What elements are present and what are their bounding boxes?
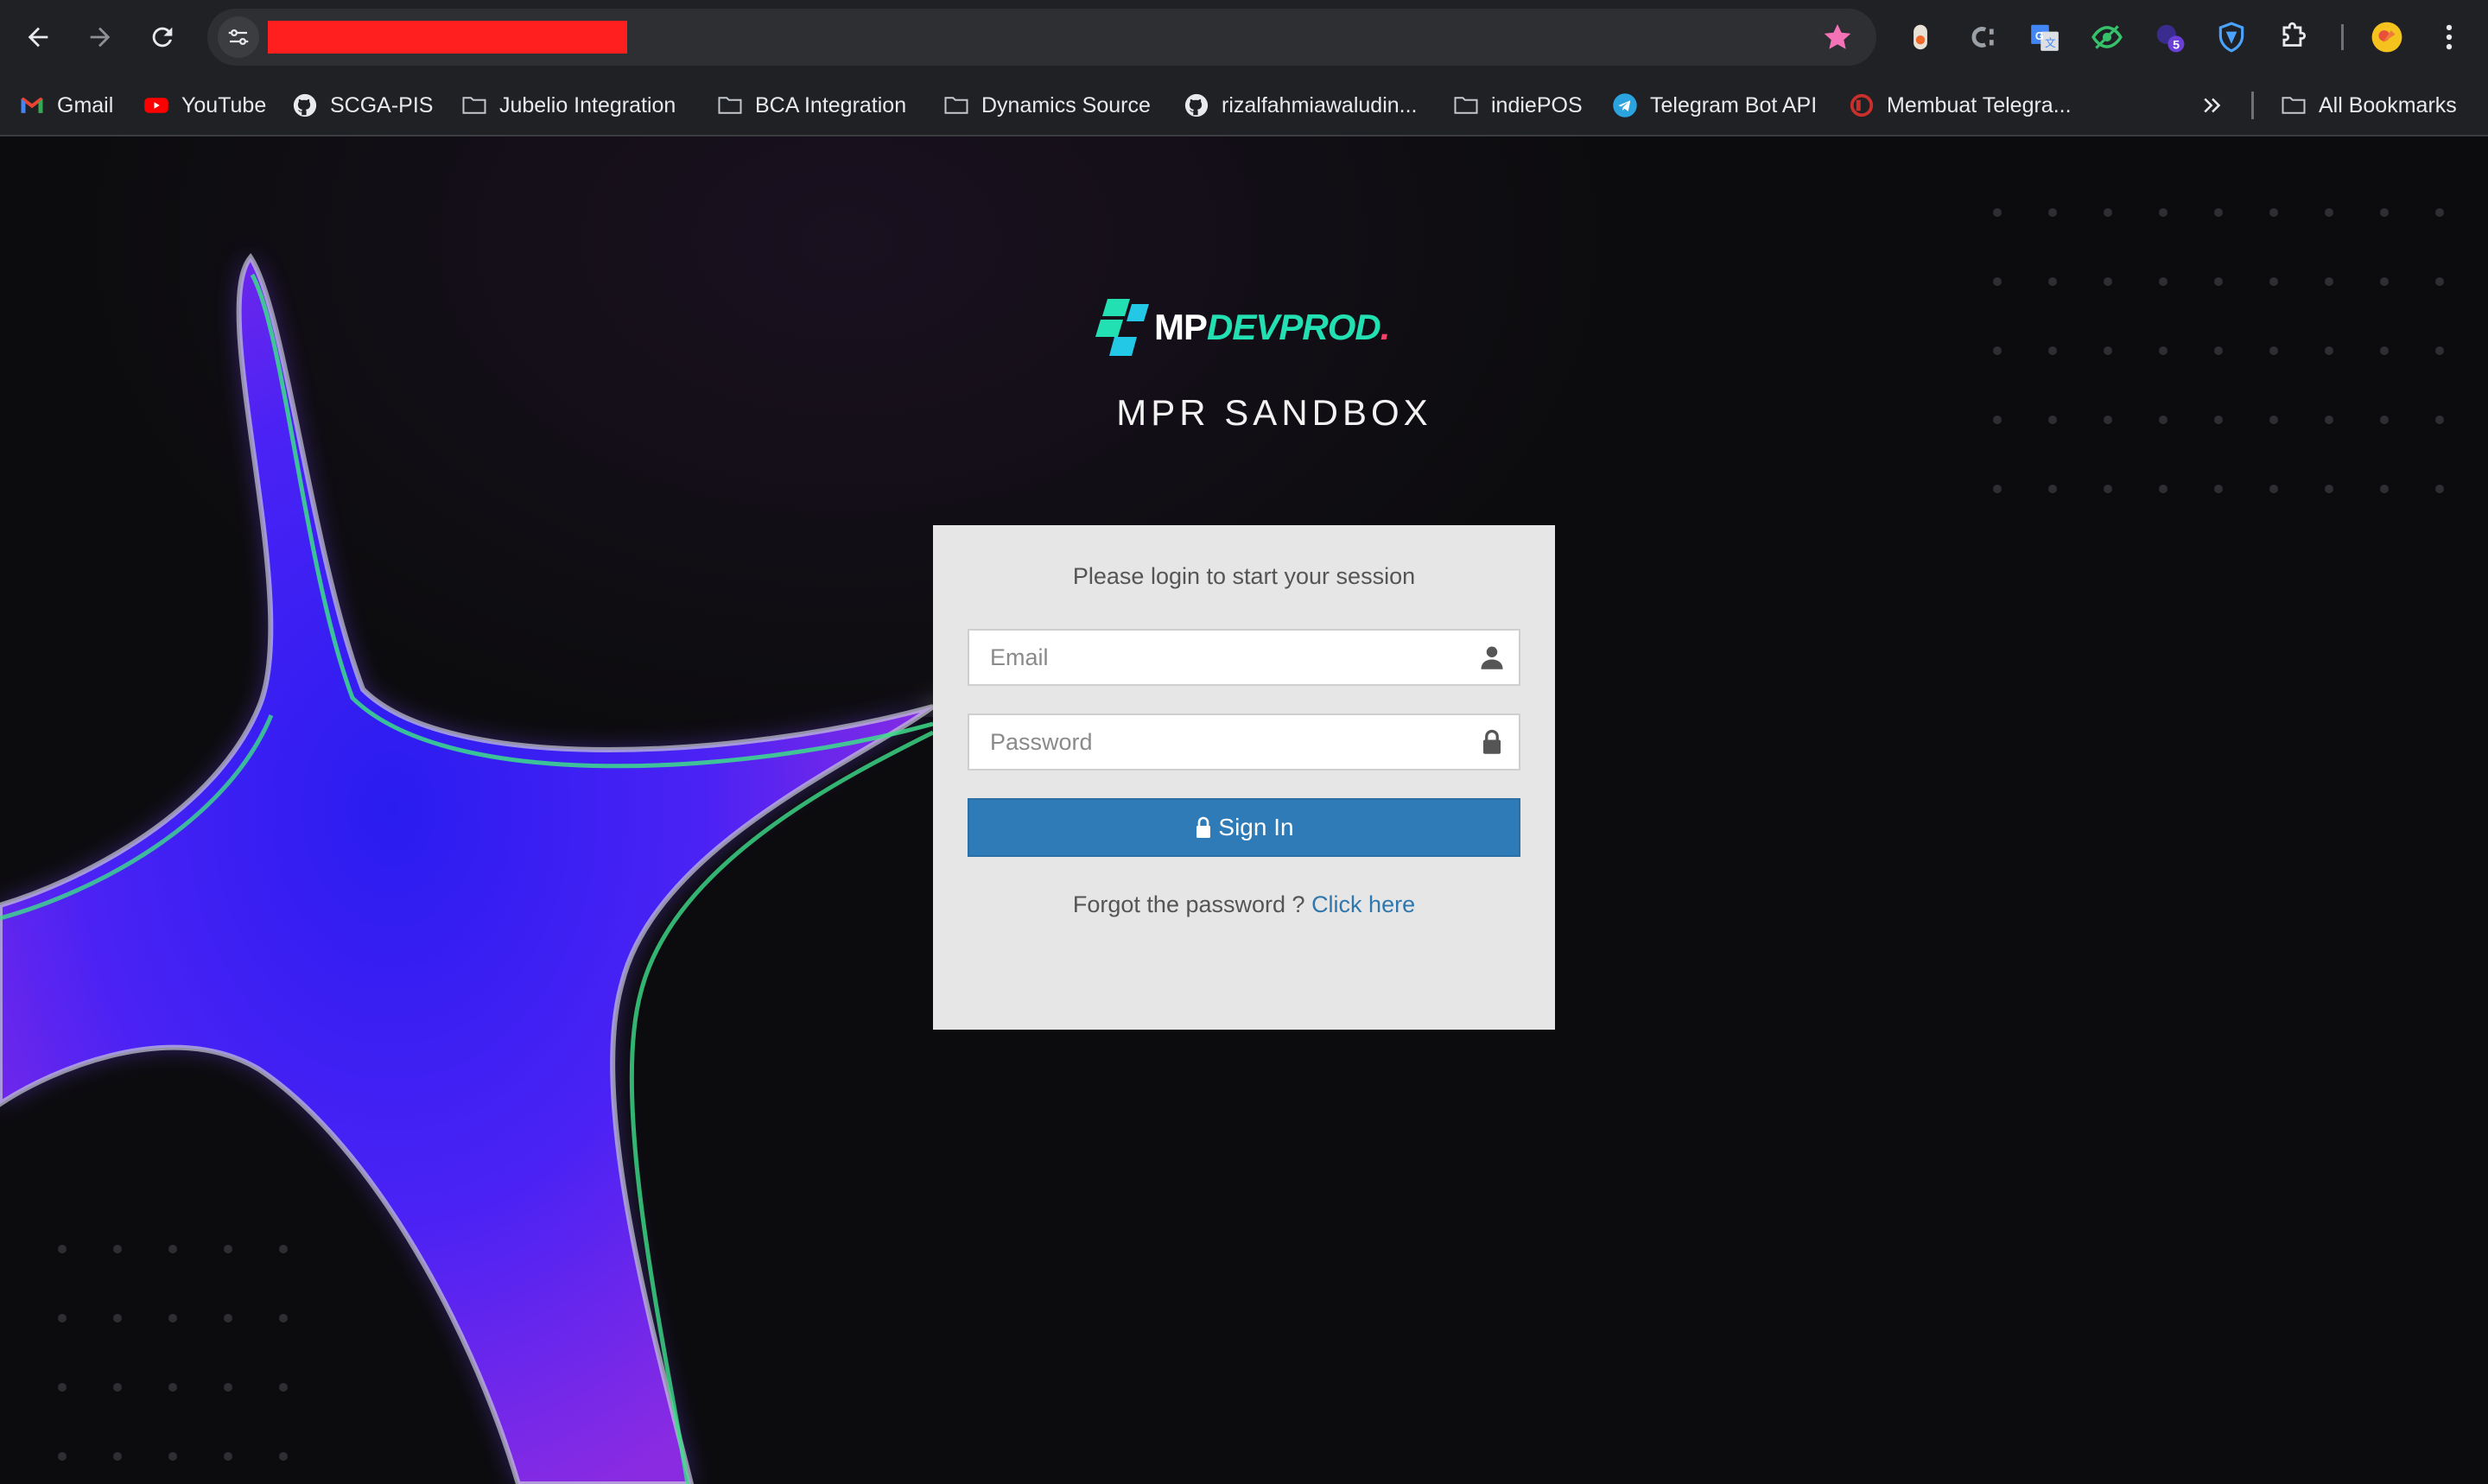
extension-c-icon [1971,27,1994,48]
svg-text:文: 文 [2045,37,2056,49]
more-vert-icon [2446,24,2453,50]
extension-badge-count: 5 [2173,38,2180,52]
puzzle-icon [2282,22,2307,47]
extension-orange-icon [1914,24,1927,50]
arrow-left-icon [28,27,48,48]
bookmarks-divider [2251,92,2254,119]
bookmark-jubelio-integration[interactable]: Jubelio Integration [461,90,676,121]
extension-c[interactable] [1964,19,2001,55]
extension-eye[interactable] [2089,19,2125,55]
google-translate[interactable]: G文 [2027,19,2063,55]
brand-logo: MPDEVPROD. [1095,297,1391,358]
arrow-right-icon [90,27,111,48]
gmail-icon [19,92,45,118]
svg-text:G: G [2035,30,2044,42]
forgot-password: Forgot the password ? Click here [933,891,1555,918]
logo-devprod: DEVPROD [1207,307,1381,347]
github-icon [292,92,318,118]
forgot-password-link[interactable]: Click here [1311,891,1415,917]
bookmark-gmail[interactable]: Gmail [19,90,113,121]
shield-icon [2218,22,2244,53]
all-bookmarks-button[interactable]: All Bookmarks [2281,90,2457,121]
bookmarks-overflow-button[interactable] [2199,90,2237,121]
bookmark-membuat-telegram[interactable]: Membuat Telegra... [1849,90,2072,121]
page-title: MPR SANDBOX [1116,392,1432,433]
browser-toolbar: G文 5 [0,0,2488,74]
logo-dot: . [1380,307,1391,347]
address-bar[interactable] [207,9,1876,66]
dot-grid-top-right [1970,176,2488,539]
extension-orange[interactable] [1902,19,1939,55]
github-icon [1184,92,1209,118]
bookmark-youtube[interactable]: YouTube [143,90,266,121]
tune-icon [228,29,249,45]
back-button[interactable] [16,15,60,60]
lock-icon [1196,816,1211,838]
extension-eye-icon [2091,25,2123,49]
sign-in-button[interactable]: Sign In [968,798,1520,857]
lock-icon [1483,729,1501,754]
extensions-menu[interactable] [2275,19,2312,55]
forgot-text: Forgot the password ? [1072,891,1305,917]
profile-avatar[interactable] [2369,19,2405,55]
bookmark-indiepos[interactable]: indiePOS [1453,90,1583,121]
extension-shield[interactable] [2213,19,2250,55]
toolbar-divider [2341,24,2344,50]
login-message: Please login to start your session [1072,563,1416,589]
bookmarks-bar: Gmail YouTube SCGA-PIS Jubelio Integrati… [0,74,2488,136]
site-icon [1849,92,1875,118]
user-icon [1481,646,1503,669]
url-redacted [268,21,627,54]
login-card: Please login to start your session Sign … [933,525,1555,1030]
logo-mp: MP [1154,307,1208,347]
email-input[interactable] [969,631,1453,684]
bookmark-dynamics-source[interactable]: Dynamics Source [943,90,1151,121]
password-field[interactable] [968,713,1520,771]
chevron-double-right-icon [2199,92,2225,118]
star-icon[interactable] [1821,21,1854,54]
bookmark-rizalfahmiawaludin[interactable]: rizalfahmiawaludin... [1184,90,1418,121]
login-page: MPDEVPROD. MPR SANDBOX Please login to s… [0,136,2488,1484]
extension-badge[interactable]: 5 [2151,19,2187,55]
google-translate-icon: G文 [2031,24,2059,51]
youtube-icon [143,92,169,118]
email-field[interactable] [968,629,1520,686]
folder-icon [2281,92,2307,118]
password-input[interactable] [969,715,1453,769]
folder-icon [717,92,743,118]
extension-badge-icon: 5 [2156,24,2185,52]
site-info-button[interactable] [218,16,259,58]
forward-button[interactable] [78,15,123,60]
logo-text: MPDEVPROD. [1154,307,1391,348]
dot-grid-bottom-left [21,1216,332,1484]
browser-window: G文 5 Gmail YouTube SCGA-PIS Jubelio Inte… [0,0,2488,1484]
reload-icon [152,27,173,48]
avatar-icon [2371,22,2402,53]
reload-button[interactable] [140,15,185,60]
sign-in-label: Sign In [1218,814,1294,840]
folder-icon [461,92,487,118]
folder-icon [943,92,969,118]
bookmark-telegram-bot-api[interactable]: Telegram Bot API [1612,90,1817,121]
logo-mark-icon [1095,299,1149,356]
folder-icon [1453,92,1479,118]
bookmark-scga-pis[interactable]: SCGA-PIS [292,90,433,121]
browser-menu[interactable] [2431,19,2467,55]
bookmark-bca-integration[interactable]: BCA Integration [717,90,906,121]
telegram-icon [1612,92,1638,118]
